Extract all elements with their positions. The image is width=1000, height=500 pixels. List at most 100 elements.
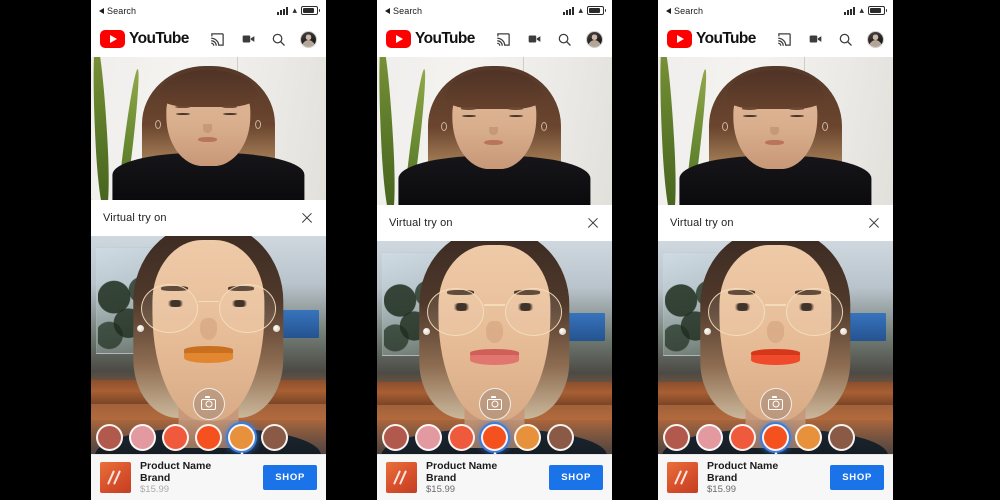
shop-button[interactable]: SHOP xyxy=(263,465,317,490)
product-card[interactable]: Product Name Brand $15.99 SHOP xyxy=(377,454,612,500)
video-camera-icon[interactable] xyxy=(240,32,257,46)
camera-icon xyxy=(768,396,783,410)
product-name: Product Name xyxy=(426,459,498,472)
product-price: $15.99 xyxy=(426,484,456,496)
product-brand: Brand xyxy=(707,471,738,484)
cast-icon[interactable] xyxy=(495,32,512,47)
product-price: $15.99 xyxy=(707,484,737,496)
shade-swatch-5[interactable] xyxy=(228,423,255,454)
shade-swatch-strip-3[interactable] xyxy=(658,420,893,454)
signal-bars-icon xyxy=(277,6,289,15)
status-back-label: Search xyxy=(674,5,704,16)
shade-swatch-4[interactable] xyxy=(762,423,789,454)
phone-panel-1: Search ▴ YouTube Virtual try on Product … xyxy=(91,0,326,500)
ar-lip-bottom-2 xyxy=(470,355,519,366)
youtube-play-icon xyxy=(667,30,692,48)
battery-icon xyxy=(587,6,606,15)
youtube-app-bar: YouTube xyxy=(377,21,612,57)
status-bar: Search ▴ xyxy=(377,0,612,21)
shade-swatch-5[interactable] xyxy=(795,423,822,451)
app-bar-actions xyxy=(209,30,317,48)
youtube-wordmark: YouTube xyxy=(129,30,189,47)
ar-lip-bottom-3 xyxy=(751,355,800,366)
youtube-wordmark: YouTube xyxy=(696,30,756,47)
video-camera-icon[interactable] xyxy=(526,32,543,46)
camera-shutter-button[interactable] xyxy=(759,388,792,420)
search-icon[interactable] xyxy=(838,32,853,47)
shade-swatch-5[interactable] xyxy=(514,423,541,451)
wifi-icon: ▴ xyxy=(859,5,864,15)
youtube-app-bar: YouTube xyxy=(658,21,893,57)
youtube-logo[interactable]: YouTube xyxy=(100,30,189,48)
shade-swatch-2[interactable] xyxy=(415,423,442,451)
status-back-to-search[interactable]: Search xyxy=(666,6,703,16)
avatar[interactable] xyxy=(300,30,317,48)
status-bar: Search ▴ xyxy=(658,0,893,21)
status-back-to-search[interactable]: Search xyxy=(385,6,422,16)
shade-swatch-2[interactable] xyxy=(129,423,156,451)
close-icon[interactable] xyxy=(300,211,314,225)
status-back-label: Search xyxy=(107,5,137,16)
shade-swatch-1[interactable] xyxy=(382,423,409,451)
creator-video-player[interactable] xyxy=(377,57,612,205)
phone-panel-2: Search ▴ YouTube Virtual try on Product … xyxy=(377,0,612,500)
search-icon[interactable] xyxy=(557,32,572,47)
shade-swatch-strip-1[interactable] xyxy=(91,420,326,454)
shade-swatch-2[interactable] xyxy=(696,423,723,451)
status-indicators: ▴ xyxy=(563,6,606,15)
product-brand: Brand xyxy=(426,471,457,484)
shade-swatch-1[interactable] xyxy=(663,423,690,451)
cast-icon[interactable] xyxy=(776,32,793,47)
back-caret-icon xyxy=(99,7,104,14)
virtual-tryon-header: Virtual try on xyxy=(377,205,612,241)
ar-camera-view[interactable] xyxy=(658,241,893,454)
camera-shutter-button[interactable] xyxy=(478,388,511,420)
video-camera-icon[interactable] xyxy=(807,32,824,46)
product-card[interactable]: Product Name Brand $15.99 SHOP xyxy=(658,454,893,500)
shop-button[interactable]: SHOP xyxy=(830,465,884,490)
cast-icon[interactable] xyxy=(209,32,226,47)
shop-button[interactable]: SHOP xyxy=(549,465,603,490)
shade-swatch-6[interactable] xyxy=(828,423,855,451)
youtube-logo[interactable]: YouTube xyxy=(386,30,475,48)
shade-swatch-4[interactable] xyxy=(481,423,508,454)
shade-swatch-strip-2[interactable] xyxy=(377,420,612,454)
product-card[interactable]: Product Name Brand $15.99 SHOP xyxy=(91,454,326,500)
battery-icon xyxy=(868,6,887,15)
creator-video-player[interactable] xyxy=(91,57,326,200)
shade-swatch-3[interactable] xyxy=(162,423,189,451)
virtual-tryon-title: Virtual try on xyxy=(103,212,167,224)
status-indicators: ▴ xyxy=(844,5,887,15)
camera-shutter-button[interactable] xyxy=(192,388,225,420)
search-icon[interactable] xyxy=(271,32,286,47)
creator-figure xyxy=(679,57,872,205)
product-text: Product Name Brand $15.99 xyxy=(707,460,821,496)
ar-camera-view[interactable] xyxy=(91,236,326,454)
shade-swatch-6[interactable] xyxy=(547,423,574,451)
close-icon[interactable] xyxy=(867,216,881,230)
shade-swatch-6[interactable] xyxy=(261,423,288,451)
product-name: Product Name xyxy=(707,459,779,472)
product-text: Product Name Brand $15.99 xyxy=(140,460,254,496)
shade-swatch-1[interactable] xyxy=(96,423,123,451)
selected-shade-caret xyxy=(489,451,500,454)
shade-swatch-3[interactable] xyxy=(448,423,475,451)
creator-figure xyxy=(398,57,591,205)
close-icon[interactable] xyxy=(586,216,600,230)
back-caret-icon xyxy=(385,7,390,14)
signal-bars-icon xyxy=(844,6,856,15)
lipstick-swatch-thumbnail xyxy=(667,462,698,493)
status-back-to-search[interactable]: Search xyxy=(99,6,136,16)
shade-swatch-3[interactable] xyxy=(729,423,756,451)
shade-swatch-4[interactable] xyxy=(195,423,222,451)
product-brand: Brand xyxy=(140,471,171,484)
avatar[interactable] xyxy=(867,30,884,48)
ar-camera-view[interactable] xyxy=(377,241,612,454)
avatar[interactable] xyxy=(586,30,603,48)
status-back-label: Search xyxy=(393,5,423,16)
creator-video-player[interactable] xyxy=(658,57,893,205)
youtube-logo[interactable]: YouTube xyxy=(667,30,756,48)
product-price: $15.99 xyxy=(140,484,170,496)
app-bar-actions xyxy=(495,30,603,48)
product-name: Product Name xyxy=(140,459,212,472)
